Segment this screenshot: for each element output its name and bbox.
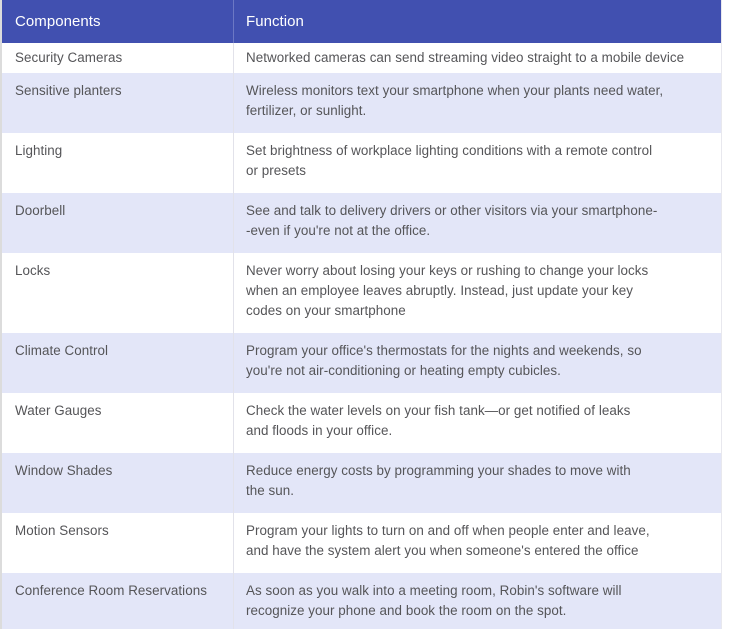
component-cell: Doorbell [2,193,234,253]
column-header-function: Function [246,13,304,30]
component-cell: Window Shades [2,453,234,513]
function-cell: Check the water levels on your fish tank… [234,393,721,453]
function-line: recognize your phone and book the room o… [246,603,567,618]
function-line: Reduce energy costs by programming your … [246,463,631,478]
function-line: and floods in your office. [246,423,393,438]
component-cell: Locks [2,253,234,333]
table-row: Doorbell See and talk to delivery driver… [2,193,721,253]
function-line: Never worry about losing your keys or ru… [246,263,649,278]
function-cell: Networked cameras can send streaming vid… [234,43,721,73]
table-row: Conference Room Reservations As soon as … [2,573,721,629]
component-cell: Water Gauges [2,393,234,453]
function-line: when an employee leaves abruptly. Instea… [246,283,633,298]
function-cell: Never worry about losing your keys or ru… [234,253,721,333]
function-line: codes on your smartphone [246,303,406,318]
function-line: As soon as you walk into a meeting room,… [246,583,622,598]
function-line: the sun. [246,483,295,498]
function-cell: Reduce energy costs by programming your … [234,453,721,513]
table-row: Lighting Set brightness of workplace lig… [2,133,721,193]
table-row: Window Shades Reduce energy costs by pro… [2,453,721,513]
component-cell: Conference Room Reservations [2,573,234,629]
table-row: Climate Control Program your office's th… [2,333,721,393]
component-cell: Lighting [2,133,234,193]
function-cell: Program your office's thermostats for th… [234,333,721,393]
table-row: Sensitive planters Wireless monitors tex… [2,73,721,133]
function-cell: As soon as you walk into a meeting room,… [234,573,721,629]
table-row: Motion Sensors Program your lights to tu… [2,513,721,573]
table-row: Security Cameras Networked cameras can s… [2,43,721,73]
function-line: Check the water levels on your fish tank… [246,403,631,418]
function-line: -even if you're not at the office. [246,223,431,238]
table-row: Water Gauges Check the water levels on y… [2,393,721,453]
function-line: you're not air-conditioning or heating e… [246,363,561,378]
function-line: Wireless monitors text your smartphone w… [246,83,664,98]
table-header-row: Components Function [2,0,721,43]
function-line: See and talk to delivery drivers or othe… [246,203,658,218]
function-cell: See and talk to delivery drivers or othe… [234,193,721,253]
function-line: Program your office's thermostats for th… [246,343,642,358]
function-cell: Wireless monitors text your smartphone w… [234,73,721,133]
component-cell: Security Cameras [2,43,234,73]
table-row: Locks Never worry about losing your keys… [2,253,721,333]
function-line: and have the system alert you when someo… [246,543,639,558]
function-line: Set brightness of workplace lighting con… [246,143,653,158]
function-cell: Program your lights to turn on and off w… [234,513,721,573]
function-line: fertilizer, or sunlight. [246,103,367,118]
function-line: Program your lights to turn on and off w… [246,523,650,538]
component-cell: Climate Control [2,333,234,393]
components-table: Components Function Security Cameras Net… [0,0,722,629]
component-cell: Sensitive planters [2,73,234,133]
function-line: or presets [246,163,307,178]
function-line: Networked cameras can send streaming vid… [246,50,685,65]
column-header-components: Components [2,0,234,43]
function-cell: Set brightness of workplace lighting con… [234,133,721,193]
component-cell: Motion Sensors [2,513,234,573]
